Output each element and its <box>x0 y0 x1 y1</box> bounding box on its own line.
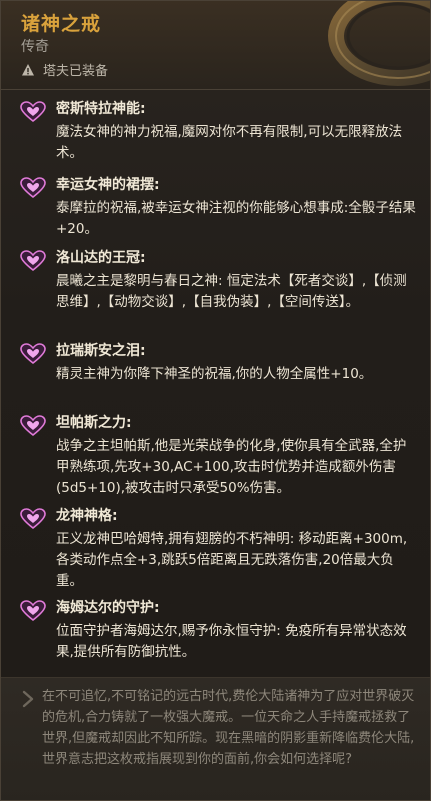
trait-description: 精灵主神为你降下神圣的祝福,你的人物全属性+10。 <box>56 366 373 382</box>
pink-heart-emblem-icon <box>20 508 46 530</box>
pink-heart-emblem-icon <box>20 415 46 437</box>
pink-heart-emblem-icon <box>20 600 46 622</box>
trait-name: 拉瑞斯安之泪: <box>56 343 146 359</box>
ring-item-art <box>328 1 430 86</box>
lore-text: 在不可追忆,不可铭记的远古时代,费伦大陆诸神为了应对世界破灭的危机,合力铸就了一… <box>42 689 415 767</box>
pink-heart-emblem-icon <box>20 343 46 365</box>
pink-heart-emblem-icon <box>20 250 46 272</box>
item-rarity: 传奇 <box>21 39 49 55</box>
item-tooltip: 诸神之戒 传奇 塔夫已装备 密斯特拉神能: 魔法女神的神力祝福,魔网对你不再有限… <box>0 0 431 801</box>
item-title: 诸神之戒 <box>21 13 102 35</box>
trait-description: 魔法女神的神力祝福,魔网对你不再有限制,可以无限释放法术。 <box>56 124 403 161</box>
pink-heart-emblem-icon <box>20 101 46 123</box>
trait-name: 龙神神格: <box>56 508 118 524</box>
trait-name: 洛山达的王冠: <box>56 250 146 266</box>
equipped-label: 塔夫已装备 <box>43 64 109 79</box>
equipped-status: 塔夫已装备 <box>21 60 108 79</box>
trait-name: 密斯特拉神能: <box>56 101 146 117</box>
pink-heart-emblem-icon <box>20 177 46 199</box>
item-header: 诸神之戒 传奇 塔夫已装备 <box>1 1 430 90</box>
trait-description: 战争之主坦帕斯,他是光荣战争的化身,使你具有全武器,全护甲熟练项,先攻+30,A… <box>56 438 407 496</box>
trait-description: 正义龙神巴哈姆特,拥有翅膀的不朽神明: 移动距离+300m,各类动作点全+3,跳… <box>56 531 408 589</box>
trait-description: 晨曦之主是黎明与春日之神: 恒定法术【死者交谈】,【侦测思维】,【动物交谈】,【… <box>56 273 407 310</box>
trait-name: 海姆达尔的守护: <box>56 600 160 616</box>
trait-name: 幸运女神的裙摆: <box>56 177 160 193</box>
trait-description: 位面守护者海姆达尔,赐予你永恒守护: 免疫所有异常状态效果,提供所有防御抗性。 <box>56 623 407 660</box>
trait-name: 坦帕斯之力: <box>56 415 132 431</box>
quote-mark-icon <box>22 690 34 708</box>
warning-triangle-icon <box>22 63 34 75</box>
trait-description: 泰摩拉的祝福,被幸运女神注视的你能够心想事成:全骰子结果+20。 <box>56 200 416 237</box>
lore-section: 在不可追忆,不可铭记的远古时代,费伦大陆诸神为了应对世界破灭的危机,合力铸就了一… <box>1 677 430 800</box>
